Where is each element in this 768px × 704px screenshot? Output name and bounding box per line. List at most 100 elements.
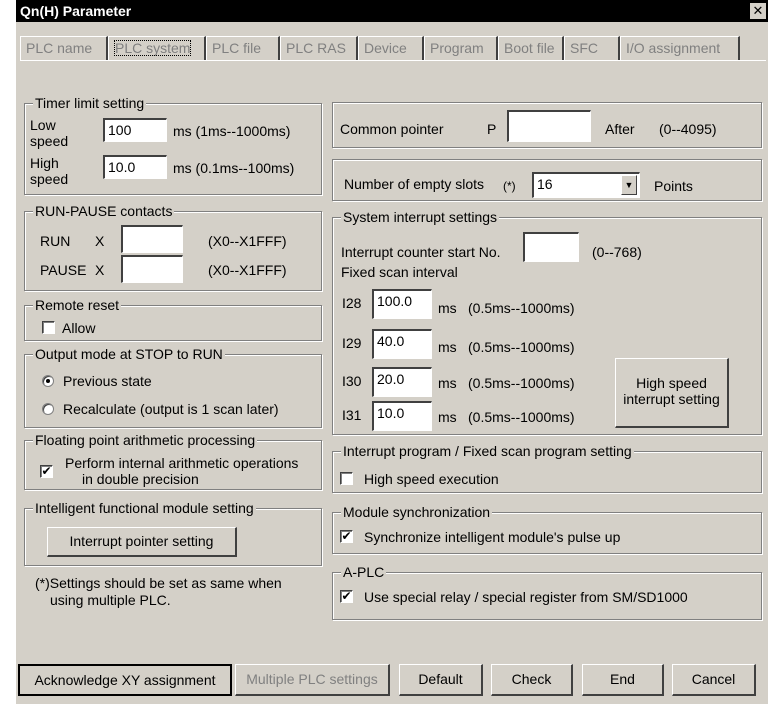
cancel-button[interactable]: Cancel <box>672 664 756 696</box>
high-speed-label: High speed <box>30 155 69 187</box>
interrupt-counter-label: Interrupt counter start No. <box>341 244 501 260</box>
tab-sfc[interactable]: SFC <box>564 36 620 60</box>
i30-range: (0.5ms--1000ms) <box>468 375 575 391</box>
i28-range: (0.5ms--1000ms) <box>468 300 575 316</box>
i31-label: I31 <box>342 407 362 423</box>
tab-label: PLC system <box>114 40 192 56</box>
tab-label: PLC file <box>212 40 262 56</box>
tab-io-assignment[interactable]: I/O assignment <box>620 36 740 60</box>
high-speed-execution-label: High speed execution <box>364 471 499 487</box>
common-pointer-prefix: P <box>487 121 497 137</box>
parameter-window: Qn(H) Parameter ✕ PLC name PLC system PL… <box>16 0 768 704</box>
i28-input[interactable]: 100.0 <box>372 289 432 319</box>
i31-input[interactable]: 10.0 <box>372 401 432 431</box>
special-relay-checkbox[interactable]: ✔ <box>340 590 353 603</box>
after-label: After <box>605 121 635 137</box>
double-precision-label-line1: Perform internal arithmetic operations <box>65 455 299 471</box>
i29-input[interactable]: 40.0 <box>372 329 432 359</box>
group-title: A-PLC <box>341 564 387 580</box>
tab-label: Program <box>430 40 484 56</box>
high-speed-input[interactable]: 10.0 <box>103 155 167 179</box>
tab-label: I/O assignment <box>626 40 721 56</box>
multiple-plc-note-line1: (*)Settings should be set as same when <box>35 575 282 591</box>
tab-boot-file[interactable]: Boot file <box>498 36 564 60</box>
pause-label: PAUSE <box>40 262 87 278</box>
run-range: (X0--X1FFF) <box>208 233 287 249</box>
i29-label: I29 <box>342 335 362 351</box>
i31-range: (0.5ms--1000ms) <box>468 409 575 425</box>
tab-plc-system[interactable]: PLC system <box>108 36 206 60</box>
acknowledge-xy-assignment-button[interactable]: Acknowledge XY assignment <box>18 664 232 696</box>
recalculate-label: Recalculate (output is 1 scan later) <box>63 401 279 417</box>
tab-plc-file[interactable]: PLC file <box>206 36 280 60</box>
common-pointer-input[interactable] <box>507 110 591 142</box>
tab-plc-name[interactable]: PLC name <box>20 36 108 60</box>
i30-label: I30 <box>342 373 362 389</box>
tab-plc-ras[interactable]: PLC RAS <box>280 36 358 60</box>
high-speed-interrupt-setting-button[interactable]: High speed interrupt setting <box>615 358 729 428</box>
empty-slots-label: Number of empty slots <box>344 176 485 192</box>
fixed-scan-interval-label: Fixed scan interval <box>341 264 458 280</box>
tab-program[interactable]: Program <box>424 36 498 60</box>
double-precision-checkbox[interactable]: ✔ <box>40 465 53 478</box>
pause-range: (X0--X1FFF) <box>208 262 287 278</box>
group-title: Module synchronization <box>341 504 493 520</box>
i28-unit: ms <box>438 300 457 316</box>
common-pointer-label: Common pointer <box>340 121 444 137</box>
end-button[interactable]: End <box>582 664 664 696</box>
run-prefix: X <box>95 233 105 249</box>
title-bar: Qn(H) Parameter ✕ <box>16 0 768 22</box>
i30-unit: ms <box>438 375 457 391</box>
i29-unit: ms <box>438 339 457 355</box>
recalculate-radio[interactable] <box>42 403 54 415</box>
close-icon[interactable]: ✕ <box>750 3 766 19</box>
allow-label: Allow <box>62 320 96 336</box>
high-speed-execution-checkbox[interactable] <box>340 472 353 485</box>
tab-label: SFC <box>570 40 598 56</box>
i29-range: (0.5ms--1000ms) <box>468 339 575 355</box>
empty-slots-value: 16 <box>537 176 553 192</box>
low-speed-input[interactable]: 100 <box>103 118 167 142</box>
run-label: RUN <box>40 233 71 249</box>
synchronize-pulse-checkbox[interactable]: ✔ <box>340 530 353 543</box>
check-button[interactable]: Check <box>491 664 573 696</box>
button-label-line2: interrupt setting <box>623 391 720 407</box>
group-title: System interrupt settings <box>341 209 500 225</box>
interrupt-pointer-setting-button[interactable]: Interrupt pointer setting <box>47 527 237 557</box>
group-title: Floating point arithmetic processing <box>33 432 258 448</box>
multiple-plc-note-line2: using multiple PLC. <box>50 592 171 608</box>
points-label: Points <box>654 178 693 194</box>
tab-label: Device <box>364 40 407 56</box>
interrupt-counter-range: (0--768) <box>592 244 642 260</box>
common-pointer-range: (0--4095) <box>659 121 717 137</box>
window-title: Qn(H) Parameter <box>20 3 132 19</box>
pause-prefix: X <box>95 262 105 278</box>
i30-input[interactable]: 20.0 <box>372 367 432 397</box>
group-title: Timer limit setting <box>33 95 147 111</box>
low-speed-unit: ms (1ms--1000ms) <box>173 123 291 139</box>
button-label-line1: High speed <box>636 375 707 391</box>
run-contact-input[interactable] <box>121 225 183 253</box>
special-relay-label: Use special relay / special register fro… <box>364 589 688 605</box>
default-button[interactable]: Default <box>399 664 483 696</box>
tab-device[interactable]: Device <box>358 36 424 60</box>
group-title: Intelligent functional module setting <box>33 500 256 516</box>
low-speed-label: Low speed <box>30 117 69 149</box>
group-title: Interrupt program / Fixed scan program s… <box>341 443 634 459</box>
tab-label: PLC RAS <box>286 40 346 56</box>
tab-label: PLC name <box>26 40 93 56</box>
empty-slots-note-marker: (*) <box>503 179 516 193</box>
multiple-plc-settings-button[interactable]: Multiple PLC settings <box>235 664 390 696</box>
high-speed-unit: ms (0.1ms--100ms) <box>173 160 295 176</box>
allow-remote-reset-checkbox[interactable] <box>42 321 55 334</box>
synchronize-pulse-label: Synchronize intelligent module's pulse u… <box>364 529 621 545</box>
previous-state-radio[interactable] <box>42 375 54 387</box>
chevron-down-icon[interactable]: ▼ <box>621 175 637 195</box>
interrupt-counter-input[interactable] <box>523 232 579 262</box>
i31-unit: ms <box>438 409 457 425</box>
previous-state-label: Previous state <box>63 373 152 389</box>
group-title: Output mode at STOP to RUN <box>33 346 225 362</box>
double-precision-label-line2: in double precision <box>82 471 199 487</box>
tab-label: Boot file <box>504 40 555 56</box>
pause-contact-input[interactable] <box>121 255 183 283</box>
